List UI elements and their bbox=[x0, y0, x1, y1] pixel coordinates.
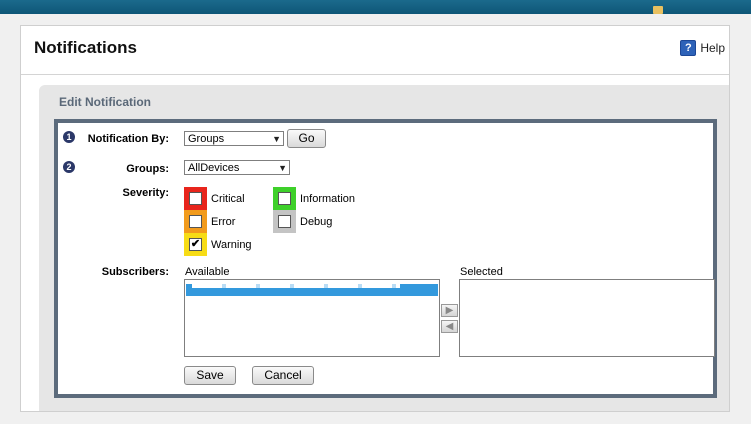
severity-swatch bbox=[273, 210, 296, 233]
chevron-down-icon: ▼ bbox=[278, 163, 287, 173]
save-button[interactable]: Save bbox=[184, 366, 236, 385]
error-label: Error bbox=[211, 215, 236, 228]
help-icon: ? bbox=[680, 40, 697, 56]
selected-label: Selected bbox=[460, 266, 503, 278]
cancel-button[interactable]: Cancel bbox=[252, 366, 314, 385]
warning-label: Warning bbox=[211, 238, 252, 251]
severity-swatch bbox=[273, 187, 296, 210]
debug-label: Debug bbox=[300, 215, 333, 228]
severity-label: Severity: bbox=[122, 187, 169, 199]
notification-by-select[interactable]: Groups ▼ bbox=[184, 131, 284, 146]
severity-swatch bbox=[184, 210, 207, 233]
header-divider bbox=[21, 74, 729, 75]
top-banner bbox=[0, 0, 751, 14]
list-item[interactable] bbox=[186, 284, 438, 296]
critical-checkbox[interactable] bbox=[189, 192, 202, 205]
severity-swatch: ✔ bbox=[184, 233, 207, 256]
notification-by-label: Notification By: bbox=[87, 133, 169, 145]
page-title: Notifications bbox=[34, 38, 137, 57]
redacted-entry bbox=[192, 284, 400, 288]
move-left-button[interactable]: ◀ bbox=[441, 320, 458, 333]
available-label: Available bbox=[185, 266, 230, 278]
available-list[interactable] bbox=[184, 279, 440, 357]
warning-checkbox[interactable]: ✔ bbox=[189, 238, 202, 251]
severity-warning[interactable]: ✔ Warning bbox=[184, 233, 252, 256]
severity-critical[interactable]: Critical bbox=[184, 187, 245, 210]
severity-error[interactable]: Error bbox=[184, 210, 235, 233]
help-label: Help bbox=[700, 41, 725, 55]
page-panel: Notifications ? Help Edit Notification 1… bbox=[20, 25, 730, 412]
severity-swatch bbox=[184, 187, 207, 210]
information-checkbox[interactable] bbox=[278, 192, 291, 205]
chevron-down-icon: ▼ bbox=[272, 134, 281, 144]
selected-list[interactable] bbox=[459, 279, 715, 357]
notification-by-value: Groups bbox=[188, 133, 225, 145]
debug-checkbox[interactable] bbox=[278, 215, 291, 228]
move-right-button[interactable]: ▶ bbox=[441, 304, 458, 317]
groups-select[interactable]: AllDevices ▼ bbox=[184, 160, 290, 175]
critical-label: Critical bbox=[211, 192, 245, 205]
step-1-icon: 1 bbox=[63, 131, 75, 143]
severity-debug[interactable]: Debug bbox=[273, 210, 332, 233]
step-2-icon: 2 bbox=[63, 161, 75, 173]
section-title: Edit Notification bbox=[59, 95, 151, 109]
arrow-left-icon: ◀ bbox=[445, 321, 454, 332]
groups-value: AllDevices bbox=[188, 162, 240, 174]
go-button[interactable]: Go bbox=[287, 129, 326, 148]
groups-label: Groups: bbox=[126, 163, 169, 175]
notification-form: 1 Notification By: Groups ▼ Go 2 Groups:… bbox=[54, 119, 717, 398]
severity-information[interactable]: Information bbox=[273, 187, 355, 210]
edit-notification-section: Edit Notification 1 Notification By: Gro… bbox=[39, 85, 729, 411]
subscribers-label: Subscribers: bbox=[101, 266, 169, 278]
banner-icon bbox=[653, 6, 663, 14]
information-label: Information bbox=[300, 192, 356, 205]
error-checkbox[interactable] bbox=[189, 215, 202, 228]
arrow-right-icon: ▶ bbox=[445, 305, 454, 316]
help-link[interactable]: ? Help bbox=[680, 40, 725, 56]
